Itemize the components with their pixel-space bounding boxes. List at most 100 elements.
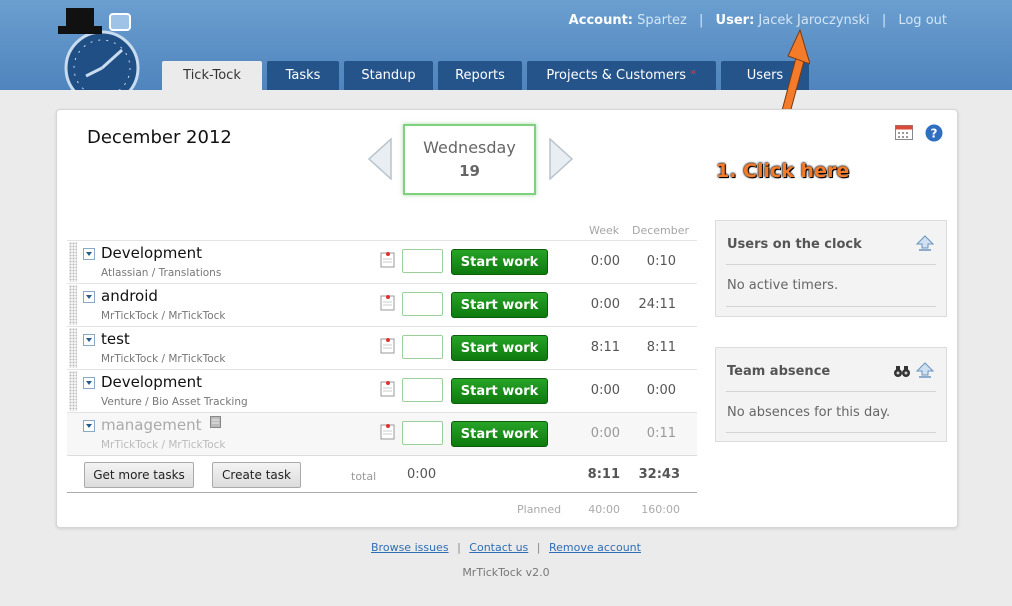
time-input[interactable] [402,292,443,316]
month-time: 24:11 [638,297,676,312]
task-name: Development [101,373,202,391]
user-link[interactable]: Jacek Jaroczynski [758,13,869,28]
task-menu-icon[interactable] [83,420,95,432]
calendar-icon[interactable] [895,125,913,140]
note-icon[interactable] [380,294,396,311]
task-project: MrTickTock / MrTickTock [101,310,226,322]
account-link[interactable]: Spartez [637,13,687,28]
previous-day-icon[interactable] [367,138,393,180]
task-name: Development [101,244,202,262]
svg-text:?: ? [931,127,938,141]
week-column-header: Week [589,224,620,237]
divider [726,306,936,307]
planned-week: 40:00 [588,503,620,516]
start-work-button[interactable]: Start work [451,335,548,361]
total-today: 0:00 [407,467,437,482]
get-more-tasks-button[interactable]: Get more tasks [84,462,194,488]
task-menu-icon[interactable] [83,291,95,303]
start-work-button[interactable]: Start work [451,378,548,404]
divider [726,432,936,433]
task-menu-icon[interactable] [83,334,95,346]
no-absences-text: No absences for this day. [727,405,891,420]
tab-tasks[interactable]: Tasks [267,61,339,90]
no-timers-text: No active timers. [727,278,839,293]
start-work-button[interactable]: Start work [451,292,548,318]
binoculars-icon[interactable] [893,363,911,379]
tab-reports[interactable]: Reports [438,61,522,90]
divider [67,455,697,456]
task-menu-icon[interactable] [83,248,95,260]
logout-link[interactable]: Log out [898,13,947,28]
task-project: Venture / Bio Asset Tracking [101,396,248,408]
divider [726,264,936,265]
month-time: 8:11 [646,340,676,355]
task-row: Development Atlassian / Translations Sta… [67,240,697,283]
divider [726,391,936,392]
tab-projects-customers[interactable]: Projects & Customers * [527,61,716,90]
drag-handle[interactable] [69,242,77,282]
annotation-label: 1. Click here [716,160,850,182]
users-on-clock-box: Users on the clock No active timers. [715,220,947,317]
separator: | [881,13,887,28]
task-name: android [101,287,158,305]
tab-tick-tock[interactable]: Tick-Tock [162,61,262,90]
separator: | [457,541,461,554]
remove-account-link[interactable]: Remove account [549,541,641,554]
note-icon[interactable] [380,337,396,354]
task-name: management [101,416,202,434]
app-version: MrTickTock v2.0 [462,566,550,579]
app-header: Account: Spartez | User: Jacek Jaroczyns… [0,0,1012,90]
collapse-icon[interactable] [916,235,934,251]
day-number: 19 [459,162,480,180]
month-time: 0:00 [646,383,676,398]
required-marker: * [690,68,697,83]
week-time: 0:00 [590,383,620,398]
time-input[interactable] [402,335,443,359]
stopwatch-logo-icon[interactable] [52,6,162,90]
task-row: android MrTickTock / MrTickTock Start wo… [67,283,697,326]
team-absence-box: Team absence No absences for this day. [715,347,947,442]
tab-standup[interactable]: Standup [344,61,433,90]
help-icon[interactable]: ? [925,124,943,142]
collapse-icon[interactable] [916,362,934,378]
note-icon[interactable] [380,251,396,268]
user-label: User: [715,13,755,28]
planned-label: Planned [517,503,562,516]
month-time: 0:11 [646,426,676,441]
browse-issues-link[interactable]: Browse issues [371,541,449,554]
week-time: 0:00 [590,254,620,269]
account-label: Account: [568,13,633,28]
tab-label: Projects & Customers [546,68,686,83]
lock-icon [210,416,221,428]
task-name: test [101,330,130,348]
team-absence-title: Team absence [727,364,831,379]
current-day: Wednesday 19 [403,124,536,195]
start-work-button[interactable]: Start work [451,421,548,447]
footer-links: Browse issues | Contact us | Remove acco… [0,541,1012,554]
task-project: MrTickTock / MrTickTock [101,353,226,365]
create-task-button[interactable]: Create task [212,462,301,488]
account-bar: Account: Spartez | User: Jacek Jaroczyns… [569,13,947,28]
time-input[interactable] [402,421,443,445]
week-time: 0:00 [590,426,620,441]
planned-month: 160:00 [641,503,680,516]
task-menu-icon[interactable] [83,377,95,389]
drag-handle[interactable] [69,328,77,368]
note-icon[interactable] [380,423,396,440]
start-work-button[interactable]: Start work [451,249,548,275]
week-time: 0:00 [590,297,620,312]
next-day-icon[interactable] [548,138,574,180]
task-project: Atlassian / Translations [101,267,222,279]
drag-handle[interactable] [69,285,77,325]
separator: | [699,13,704,28]
task-row: management MrTickTock / MrTickTock Start… [67,412,697,455]
drag-handle[interactable] [69,371,77,411]
contact-us-link[interactable]: Contact us [469,541,528,554]
week-time: 8:11 [590,340,620,355]
time-input[interactable] [402,249,443,273]
month-column-header: December [632,224,690,237]
task-row: Development Venture / Bio Asset Tracking… [67,369,697,412]
note-icon[interactable] [380,380,396,397]
time-input[interactable] [402,378,443,402]
total-week: 8:11 [587,467,620,482]
